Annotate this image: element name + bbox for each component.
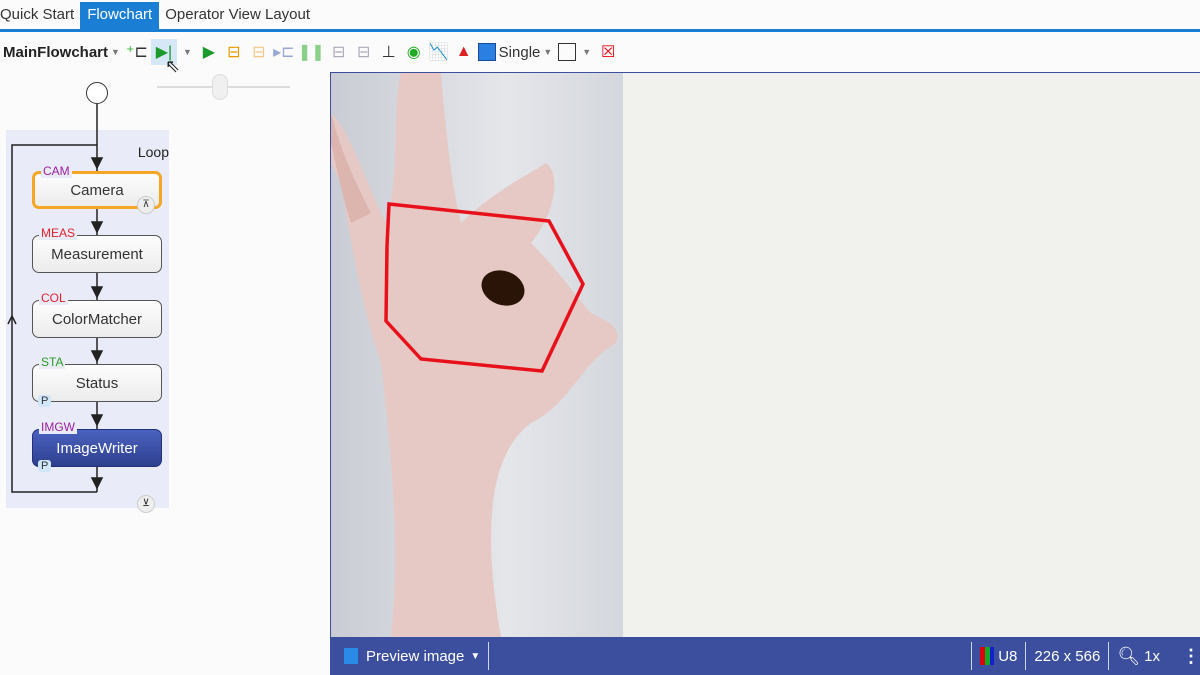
image-dimensions: 226 x 566 <box>1034 647 1101 665</box>
chevron-down-icon[interactable]: ▼ <box>470 651 480 662</box>
display-mode-select[interactable]: Single <box>499 44 541 61</box>
preview-image-select[interactable]: Preview image <box>366 648 464 665</box>
node-tag: IMGW <box>39 420 77 434</box>
flowchart-node-imagewriter[interactable]: IMGW ImageWriter P <box>32 420 162 472</box>
line-chart-icon[interactable]: 📉 <box>428 39 450 65</box>
flowchart-node-status[interactable]: STA Status P <box>32 355 162 407</box>
toggle-icon[interactable]: ◉ <box>403 39 425 65</box>
node-label: Status <box>75 374 119 392</box>
parallel-badge: P <box>38 395 52 407</box>
status-bar: Preview image ▼ U8 226 x 566 🔍︎ 1x ⋮ <box>330 637 1200 675</box>
flowchart-node-camera[interactable]: CAM Camera ⊼ <box>32 164 162 214</box>
node-label: Measurement <box>51 245 143 263</box>
rectangle-icon[interactable] <box>558 43 577 61</box>
pixel-type: U8 <box>998 647 1018 665</box>
more-options-icon[interactable]: ⋮ <box>1182 646 1200 667</box>
chevron-down-icon[interactable]: ▼ <box>543 47 552 57</box>
zoom-icon[interactable]: 🔍︎ <box>1117 646 1140 667</box>
image-viewer[interactable] <box>330 72 1200 637</box>
node-label: ColorMatcher <box>51 310 143 328</box>
remove-breakpoint-icon[interactable]: ⊟ <box>353 39 375 65</box>
preview-color-icon <box>344 648 358 664</box>
node-label: ImageWriter <box>56 439 138 457</box>
clear-roi-icon[interactable]: ☒ <box>597 39 619 65</box>
node-tag: COL <box>39 291 68 305</box>
collapse-down-icon[interactable]: ⊻ <box>137 495 155 513</box>
histogram-icon[interactable]: ▲ <box>453 39 475 65</box>
breakpoint-icon[interactable]: ⊟ <box>328 39 350 65</box>
node-tag: MEAS <box>39 226 78 240</box>
node-tag: STA <box>39 355 66 369</box>
goto-step-icon[interactable]: ⊥ <box>378 39 400 65</box>
flowchart-node-colormatcher[interactable]: COL ColorMatcher <box>32 291 162 338</box>
preview-image <box>331 73 623 637</box>
flowchart-node-measurement[interactable]: MEAS Measurement <box>32 226 162 273</box>
rgb-channels-icon <box>980 647 995 665</box>
collapse-up-icon[interactable]: ⊼ <box>137 196 155 214</box>
display-color-icon <box>477 43 496 61</box>
node-tag: CAM <box>41 164 72 178</box>
node-label: Camera <box>70 181 124 199</box>
chevron-down-icon[interactable]: ▼ <box>582 47 591 57</box>
zoom-level: 1x <box>1144 647 1160 665</box>
parallel-badge: P <box>38 460 52 472</box>
